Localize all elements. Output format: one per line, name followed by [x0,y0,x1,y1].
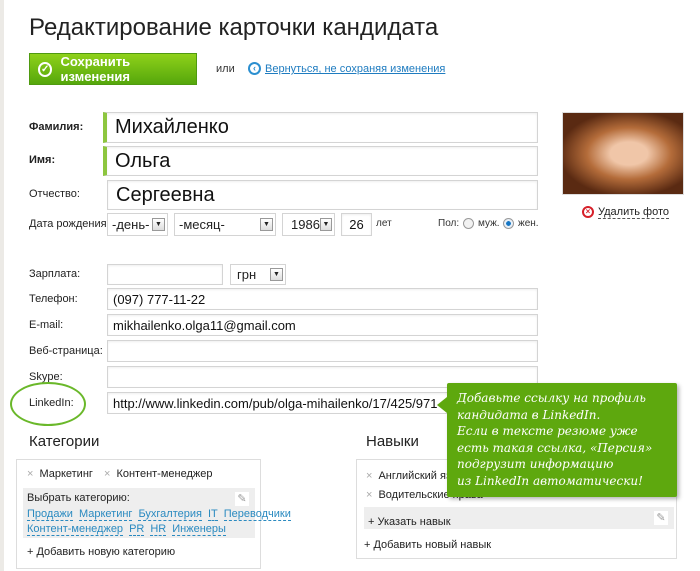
category-option[interactable]: Контент-менеджер [27,523,124,536]
category-tag[interactable]: × Контент-менеджер [104,468,213,480]
age-unit: лет [376,218,392,229]
category-option[interactable]: PR [129,523,145,536]
tag-label: Маркетинг [39,468,93,480]
phone-label: Телефон: [29,293,78,305]
check-icon: ✓ [38,61,53,77]
add-skill-link[interactable]: + Добавить новый навык [364,539,491,551]
middle-name-label: Отчество: [29,188,80,200]
web-label: Веб-страница: [29,345,103,357]
add-category-link[interactable]: + Добавить новую категорию [27,546,175,558]
gender-male-label: муж. [478,218,500,229]
or-text: или [216,63,235,75]
remove-icon[interactable]: × [104,468,110,480]
age-input[interactable]: 26 [341,213,372,236]
birth-label: Дата рождения: [29,218,110,230]
currency-select[interactable]: грн ▼ [230,264,286,285]
category-tag[interactable]: × Маркетинг [27,468,93,480]
month-select[interactable]: -месяц- ▼ [174,213,276,236]
month-value: -месяц- [179,217,225,232]
choose-category-label: Выбрать категорию: [27,492,130,504]
save-button[interactable]: ✓ Сохранить изменения [29,53,197,85]
remove-icon[interactable]: × [366,470,372,482]
email-input[interactable]: mikhailenko.olga11@gmail.com [107,314,538,336]
category-option[interactable]: Инженеры [172,523,226,536]
gender-female-label: жен. [518,218,539,229]
candidate-photo [562,112,684,195]
category-option[interactable]: HR [150,523,167,536]
chevron-down-icon: ▼ [260,218,273,231]
salary-label: Зарплата: [29,268,81,280]
save-label: Сохранить изменения [60,54,131,84]
category-option[interactable]: Продажи [27,508,73,521]
middle-name-input[interactable]: Сергеевна [107,180,538,210]
email-label: E-mail: [29,319,64,331]
categories-box: × Маркетинг × Контент-менеджер Выбрать кат… [16,459,291,569]
gender-female-radio[interactable] [503,218,514,229]
delete-icon[interactable]: × [582,206,594,218]
gender-label: Пол: [438,218,460,229]
pencil-icon[interactable]: ✎ [235,492,249,506]
chevron-down-icon: ▼ [270,268,283,281]
first-name-input[interactable]: Ольга [103,146,538,176]
day-select[interactable]: -день- ▼ [107,213,168,236]
back-link[interactable]: Вернуться, не сохраняя изменения [265,63,445,75]
remove-icon[interactable]: × [366,489,372,501]
year-select[interactable]: 1986 ▼ [282,213,335,236]
gender-male-radio[interactable] [463,218,474,229]
categories-heading: Категории [29,433,100,450]
remove-icon[interactable]: × [27,468,33,480]
linkedin-tooltip: Добавьте ссылку на профиль кандидата в L… [437,383,677,497]
year-value: 1986 [291,217,320,232]
back-arrow-icon[interactable]: ‹ [248,62,261,75]
first-name-label: Имя: [29,154,56,166]
web-input[interactable] [107,340,538,362]
category-option[interactable]: IT [207,508,218,521]
last-name-label: Фамилия: [29,121,84,133]
category-option[interactable]: Бухгалтерия [138,508,202,521]
pencil-icon[interactable]: ✎ [654,511,668,525]
phone-input[interactable]: (097) 777-11-22 [107,288,538,310]
chevron-down-icon: ▼ [319,218,332,231]
salary-input[interactable] [107,264,223,285]
tag-label: Контент-менеджер [116,468,213,480]
last-name-input[interactable]: Михайленко [103,112,538,143]
skills-heading: Навыки [366,433,419,450]
category-option[interactable]: Маркетинг [78,508,133,521]
specify-skill-panel[interactable]: + Указать навык ✎ [364,507,674,529]
specify-skill-link[interactable]: + Указать навык [368,516,451,528]
day-value: -день- [112,217,150,232]
delete-photo-link[interactable]: Удалить фото [598,206,670,219]
page-title: Редактирование карточки кандидата [29,14,439,41]
chevron-down-icon: ▼ [152,218,165,231]
category-option[interactable]: Переводчики [223,508,291,521]
currency-value: грн [237,267,257,282]
highlight-ellipse [10,382,86,426]
choose-category-panel: Выбрать категорию: Продажи Маркетинг Бухга… [23,488,291,538]
